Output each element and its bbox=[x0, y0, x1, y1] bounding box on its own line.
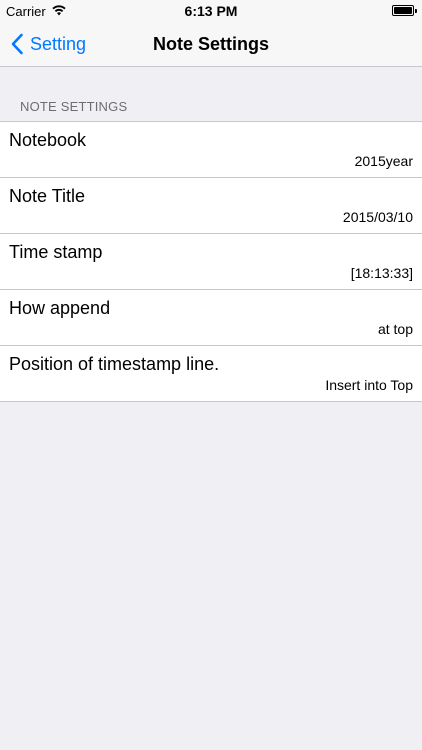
setting-row-how-append[interactable]: How append at top bbox=[0, 290, 422, 346]
setting-value: 2015/03/10 bbox=[342, 209, 413, 225]
setting-value: Insert into Top bbox=[325, 377, 413, 393]
setting-row-time-stamp[interactable]: Time stamp [18:13:33] bbox=[0, 234, 422, 290]
top-bar: Carrier 6:13 PM Setting Note Settings bbox=[0, 0, 422, 67]
setting-title: How append bbox=[9, 298, 111, 318]
navigation-bar: Setting Note Settings bbox=[0, 22, 422, 66]
setting-value: at top bbox=[377, 321, 413, 337]
settings-list: Notebook 2015year Note Title 2015/03/10 … bbox=[0, 121, 422, 402]
setting-row-note-title[interactable]: Note Title 2015/03/10 bbox=[0, 178, 422, 234]
setting-title: Notebook bbox=[9, 130, 87, 150]
page-title: Note Settings bbox=[152, 34, 269, 54]
setting-value: [18:13:33] bbox=[350, 265, 413, 281]
battery-icon bbox=[392, 5, 417, 16]
setting-row-notebook[interactable]: Notebook 2015year bbox=[0, 122, 422, 178]
section-header: NOTE SETTINGS bbox=[20, 99, 128, 114]
setting-row-timestamp-position[interactable]: Position of timestamp line. Insert into … bbox=[0, 346, 422, 401]
status-bar: Carrier 6:13 PM bbox=[0, 0, 422, 22]
setting-title: Position of timestamp line. bbox=[9, 354, 220, 374]
setting-title: Time stamp bbox=[9, 242, 103, 262]
status-time: 6:13 PM bbox=[184, 3, 238, 19]
setting-value: 2015year bbox=[354, 153, 413, 169]
setting-title: Note Title bbox=[9, 186, 86, 206]
